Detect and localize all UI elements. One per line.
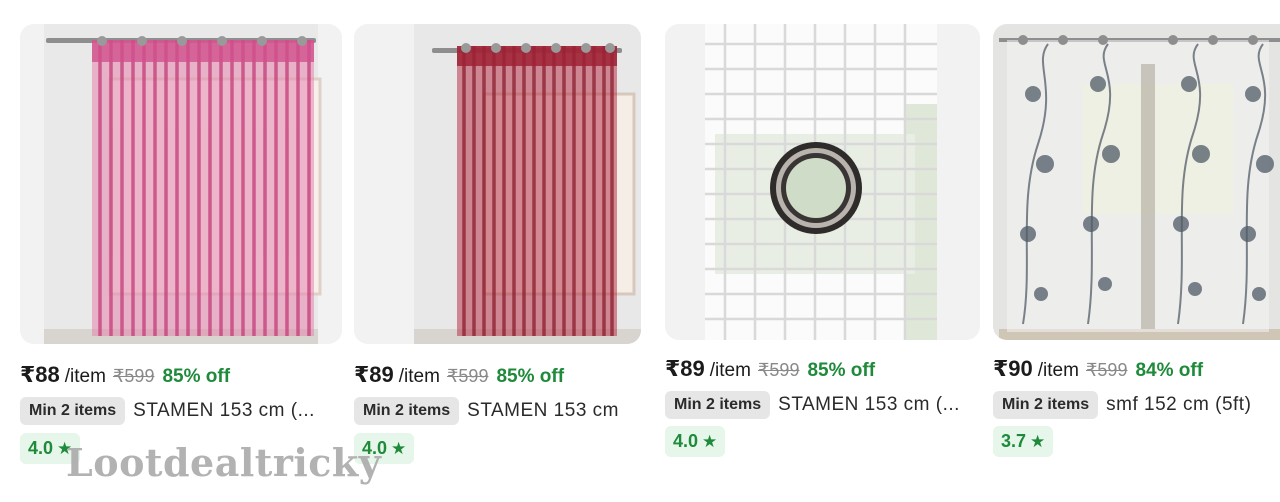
curtain-maroon-image (354, 24, 641, 344)
product-card[interactable]: ₹89 /item ₹599 85% off Min 2 items STAME… (665, 24, 980, 457)
rating-badge: 3.7 ★ (993, 426, 1054, 457)
price: ₹89 (665, 356, 705, 381)
discount-label: 85% off (807, 360, 876, 381)
price-row: ₹90 /item ₹599 84% off (993, 356, 1203, 382)
product-card[interactable]: ₹88 /item ₹599 85% off Min 2 items STAME… (20, 24, 342, 464)
product-title[interactable]: STAMEN 153 cm (... (133, 400, 315, 422)
discount-label: 85% off (162, 366, 231, 387)
price-row: ₹89 /item ₹599 85% off (354, 362, 564, 388)
product-title[interactable]: STAMEN 153 cm (... (778, 394, 960, 416)
rating-value: 4.0 (28, 438, 54, 458)
rating-value: 4.0 (673, 431, 699, 451)
product-image[interactable] (665, 24, 980, 340)
price: ₹88 (20, 362, 60, 387)
discount-label: 85% off (496, 366, 565, 387)
original-price: ₹599 (446, 366, 489, 386)
meta-row: Min 2 items smf 152 cm (5ft) (993, 391, 1280, 419)
meta-row: Min 2 items STAMEN 153 cm (... (20, 397, 345, 425)
rating-badge: 4.0 ★ (665, 426, 726, 457)
meta-row: Min 2 items STAMEN 153 cm (... (665, 391, 983, 419)
curtain-pink-image (20, 24, 342, 344)
original-price: ₹599 (757, 360, 800, 380)
price-unit: /item (1037, 360, 1079, 381)
product-image[interactable] (993, 24, 1280, 340)
min-qty-badge: Min 2 items (20, 397, 126, 425)
price-row: ₹89 /item ₹599 85% off (665, 356, 875, 382)
original-price: ₹599 (1085, 360, 1128, 380)
min-qty-badge: Min 2 items (993, 391, 1099, 419)
price-unit: /item (709, 360, 751, 381)
star-icon: ★ (1030, 431, 1046, 451)
min-qty-badge: Min 2 items (665, 391, 771, 419)
discount-label: 84% off (1135, 360, 1204, 381)
price-unit: /item (64, 366, 106, 387)
product-grid: ₹88 /item ₹599 85% off Min 2 items STAME… (0, 0, 1280, 502)
price-unit: /item (398, 366, 440, 387)
min-qty-badge: Min 2 items (354, 397, 460, 425)
price: ₹90 (993, 356, 1033, 381)
price: ₹89 (354, 362, 394, 387)
curtain-floral-image (993, 24, 1280, 340)
price-row: ₹88 /item ₹599 85% off (20, 362, 230, 388)
original-price: ₹599 (112, 366, 155, 386)
product-card[interactable]: ₹90 /item ₹599 84% off Min 2 items smf 1… (993, 24, 1280, 457)
watermark-text: Lootdealtricky (66, 440, 382, 485)
rating-value: 3.7 (1001, 431, 1027, 451)
product-image[interactable] (20, 24, 342, 344)
product-card[interactable]: ₹89 /item ₹599 85% off Min 2 items STAME… (354, 24, 641, 464)
curtain-white-net-image (665, 24, 980, 340)
meta-row: Min 2 items STAMEN 153 cm (354, 397, 644, 425)
product-image[interactable] (354, 24, 641, 344)
star-icon: ★ (391, 438, 407, 458)
product-title[interactable]: STAMEN 153 cm (467, 400, 619, 422)
product-title[interactable]: smf 152 cm (5ft) (1106, 394, 1251, 416)
star-icon: ★ (702, 431, 718, 451)
